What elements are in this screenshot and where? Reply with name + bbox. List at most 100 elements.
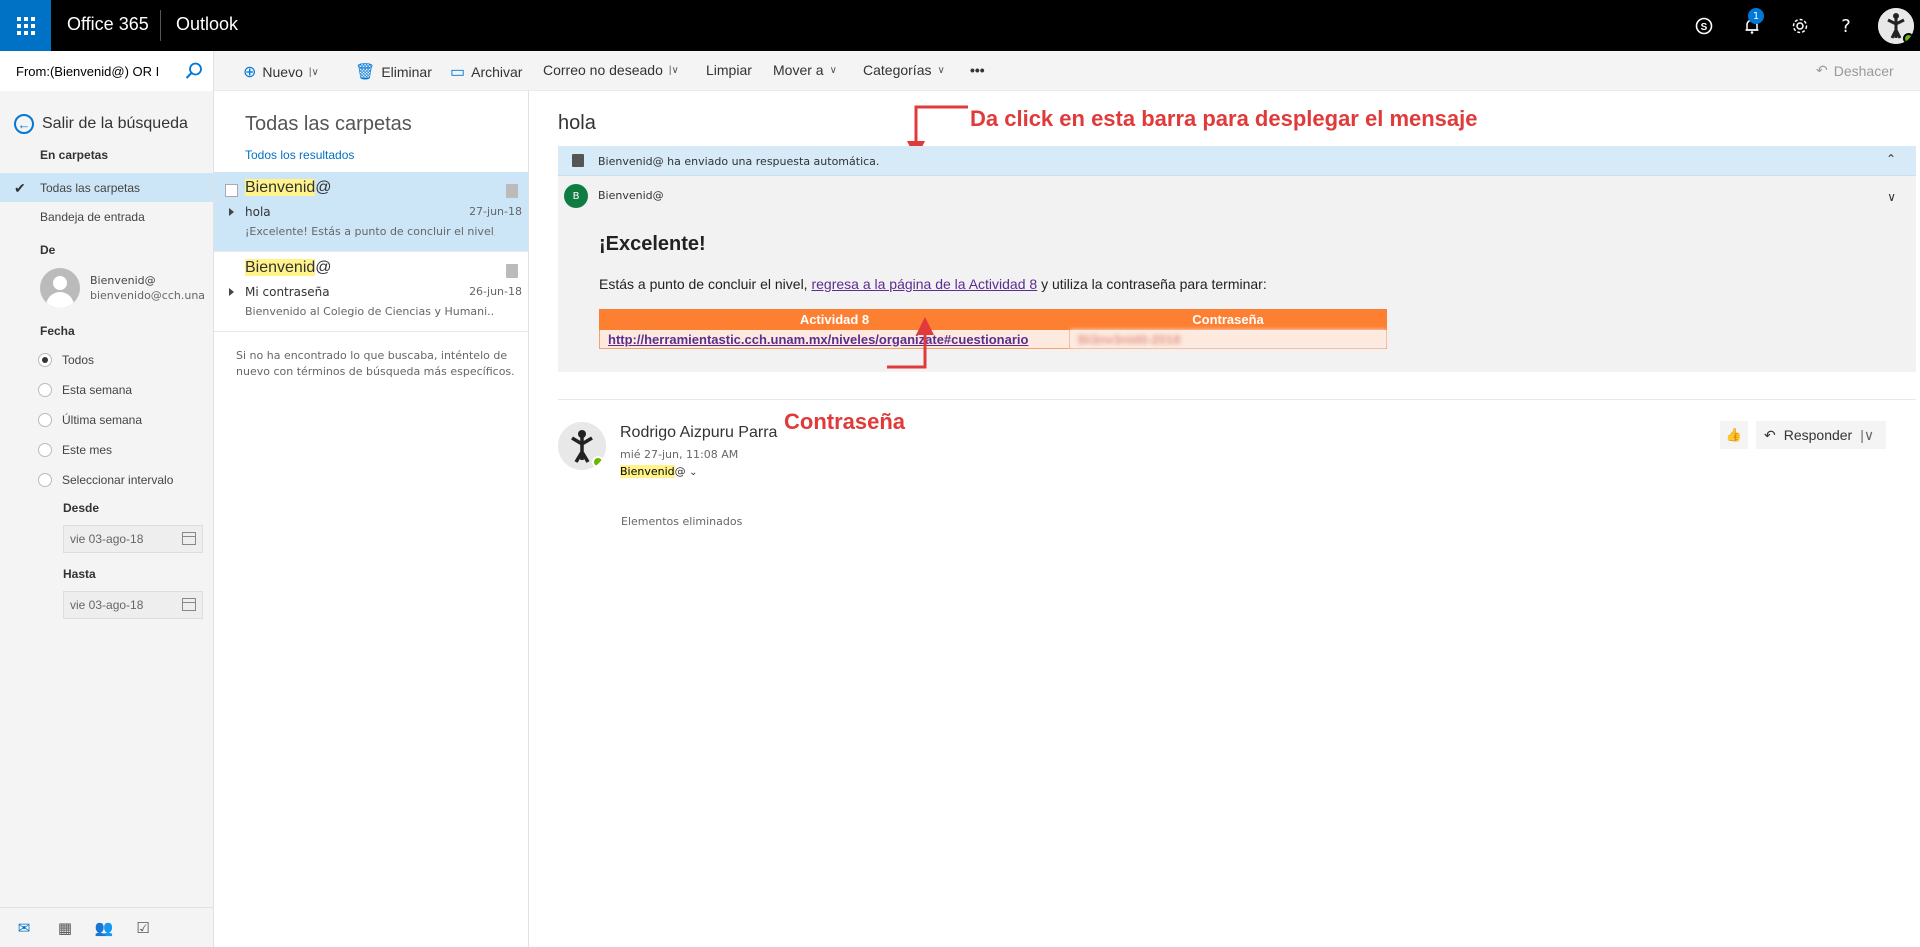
chevron-down-icon[interactable]: |∨ <box>1860 427 1874 444</box>
gear-icon[interactable] <box>1786 12 1814 40</box>
sender-name[interactable]: Rodrigo Aizpuru Parra <box>620 424 777 442</box>
message-item[interactable]: Bienvenid@ Mi contraseña 26-jun-18 Bienv… <box>214 252 528 332</box>
results-filter[interactable]: Todos los resultados <box>245 148 354 162</box>
from-avatar[interactable] <box>40 268 80 308</box>
message-list-title: Todas las carpetas <box>245 113 412 135</box>
activity-url-link[interactable]: http://herramientastic.cch.unam.mx/nivel… <box>608 332 1028 347</box>
categories-button[interactable]: Categorías ∨ <box>863 62 945 78</box>
calendar-icon[interactable]: ▦ <box>56 919 74 937</box>
activity-table: Actividad 8 Contraseña http://herramient… <box>599 309 1387 349</box>
reply-button-label: Responder <box>1783 427 1853 443</box>
junk-button[interactable]: Correo no deseado |∨ <box>543 62 679 78</box>
delete-button[interactable]: 🗑 Eliminar <box>355 62 432 82</box>
reply-button[interactable]: ↶ Responder |∨ <box>1756 421 1886 449</box>
activity-link[interactable]: regresa a la página de la Actividad 8 <box>811 276 1037 292</box>
date-option-label: Seleccionar intervalo <box>62 473 174 487</box>
sweep-button-label: Limpiar <box>706 62 752 78</box>
archive-icon: ▭ <box>450 64 466 81</box>
date-option-range[interactable]: Seleccionar intervalo <box>38 473 173 487</box>
categories-button-label: Categorías <box>863 62 932 78</box>
presence-icon <box>1903 33 1914 44</box>
calendar-icon[interactable] <box>182 598 196 611</box>
divider <box>558 399 1916 400</box>
chevron-down-icon[interactable]: ⌄ <box>689 467 697 478</box>
folder-item-all[interactable]: ✔ Todas las carpetas <box>0 173 213 202</box>
mail-icon[interactable]: ✉ <box>15 919 33 937</box>
from-date-field[interactable]: vie 03-ago-18 <box>63 525 203 553</box>
app-name[interactable]: Outlook <box>176 14 238 35</box>
to-date-label: Hasta <box>63 567 96 581</box>
auto-reply-icon <box>506 184 518 198</box>
command-bar: ⊕ Nuevo |∨ 🗑 Eliminar ▭ Archivar Correo … <box>0 51 1920 91</box>
from-name[interactable]: Bienvenid@ <box>90 274 156 287</box>
user-avatar[interactable] <box>1878 8 1914 44</box>
calendar-icon[interactable] <box>182 532 196 545</box>
date-option-last-week[interactable]: Última semana <box>38 413 142 427</box>
to-date-field[interactable]: vie 03-ago-18 <box>63 591 203 619</box>
radio-icon <box>38 383 52 397</box>
date-heading: Fecha <box>40 324 75 338</box>
new-button-label: Nuevo <box>262 64 303 80</box>
date-option-this-month[interactable]: Este mes <box>38 443 112 457</box>
more-actions-button[interactable]: ••• <box>970 62 985 78</box>
move-to-button[interactable]: Mover a ∨ <box>773 62 837 78</box>
reply-icon: ↶ <box>1764 426 1776 443</box>
message-item[interactable]: Bienvenid@ hola 27-jun-18 ¡Excelente! Es… <box>214 172 528 252</box>
reading-pane: hola Da click en esta barra para despleg… <box>530 91 1920 947</box>
annotation-arrow-bottom <box>887 317 934 369</box>
auto-reply-icon <box>572 154 584 167</box>
chevron-down-icon[interactable]: |∨ <box>669 65 679 76</box>
auto-reply-from: Bienvenid@ <box>598 189 664 202</box>
message-body: Estás a punto de concluir el nivel, regr… <box>599 276 1267 292</box>
auto-reply-bar[interactable]: Bienvenid@ ha enviado una respuesta auto… <box>558 146 1916 176</box>
date-option-this-week[interactable]: Esta semana <box>38 383 132 397</box>
folder-item-inbox[interactable]: Bandeja de entrada <box>0 202 213 231</box>
search-icon[interactable] <box>184 61 204 81</box>
expand-thread-icon[interactable] <box>229 208 234 216</box>
auto-reply-message: B Bienvenid@ ∨ ¡Excelente! Estás a punto… <box>558 176 1916 372</box>
to-date-value: vie 03-ago-18 <box>70 598 144 612</box>
sender-avatar: B <box>564 184 588 208</box>
search-input[interactable] <box>16 62 162 80</box>
message-date: 27-jun-18 <box>469 205 522 218</box>
radio-icon <box>38 413 52 427</box>
no-results-hint: Si no ha encontrado lo que buscaba, inté… <box>236 349 515 378</box>
message-subject: hola <box>245 205 271 219</box>
from-heading: De <box>40 243 56 257</box>
exit-search-button[interactable]: ← Salir de la búsqueda <box>14 114 188 134</box>
archive-button[interactable]: ▭ Archivar <box>450 62 522 82</box>
conversation-subject: hola <box>558 112 596 134</box>
sender-avatar[interactable] <box>558 422 606 470</box>
select-checkbox[interactable] <box>225 184 238 197</box>
archive-button-label: Archivar <box>471 64 523 80</box>
brand-divider <box>160 10 161 41</box>
undo-button[interactable]: ↶ Deshacer <box>1816 62 1894 79</box>
from-date-label: Desde <box>63 501 100 515</box>
date-option-all[interactable]: Todos <box>38 353 94 367</box>
presence-icon <box>592 456 604 468</box>
skype-icon[interactable]: S <box>1690 12 1718 40</box>
expand-thread-icon[interactable] <box>229 288 234 296</box>
sweep-button[interactable]: Limpiar <box>706 62 752 78</box>
chevron-down-icon[interactable]: |∨ <box>309 67 319 78</box>
app-launcher-button[interactable] <box>0 0 51 51</box>
message-date: 26-jun-18 <box>469 285 522 298</box>
people-icon[interactable]: 👥 <box>95 919 114 937</box>
suite-brand[interactable]: Office 365 <box>67 14 149 35</box>
chevron-down-icon[interactable]: ∨ <box>1887 190 1896 204</box>
table-header: Actividad 8 <box>599 309 1070 330</box>
back-arrow-icon: ← <box>14 114 34 134</box>
recipient[interactable]: Bienvenid@ ⌄ <box>620 465 698 478</box>
plus-circle-icon: ⊕ <box>243 64 257 81</box>
help-icon[interactable]: ? <box>1832 12 1860 40</box>
collapse-icon[interactable]: ⌃ <box>1886 152 1896 166</box>
like-button[interactable]: 👍 <box>1720 421 1748 449</box>
folder-item-label: Bandeja de entrada <box>40 209 145 224</box>
junk-button-label: Correo no deseado <box>543 62 663 78</box>
date-option-label: Este mes <box>62 443 113 457</box>
new-button[interactable]: ⊕ Nuevo |∨ <box>243 62 319 82</box>
exit-search-label: Salir de la búsqueda <box>42 115 188 132</box>
tasks-icon[interactable]: ☑ <box>134 919 152 937</box>
sent-date: mié 27-jun, 11:08 AM <box>620 448 739 461</box>
from-date-value: vie 03-ago-18 <box>70 532 144 546</box>
